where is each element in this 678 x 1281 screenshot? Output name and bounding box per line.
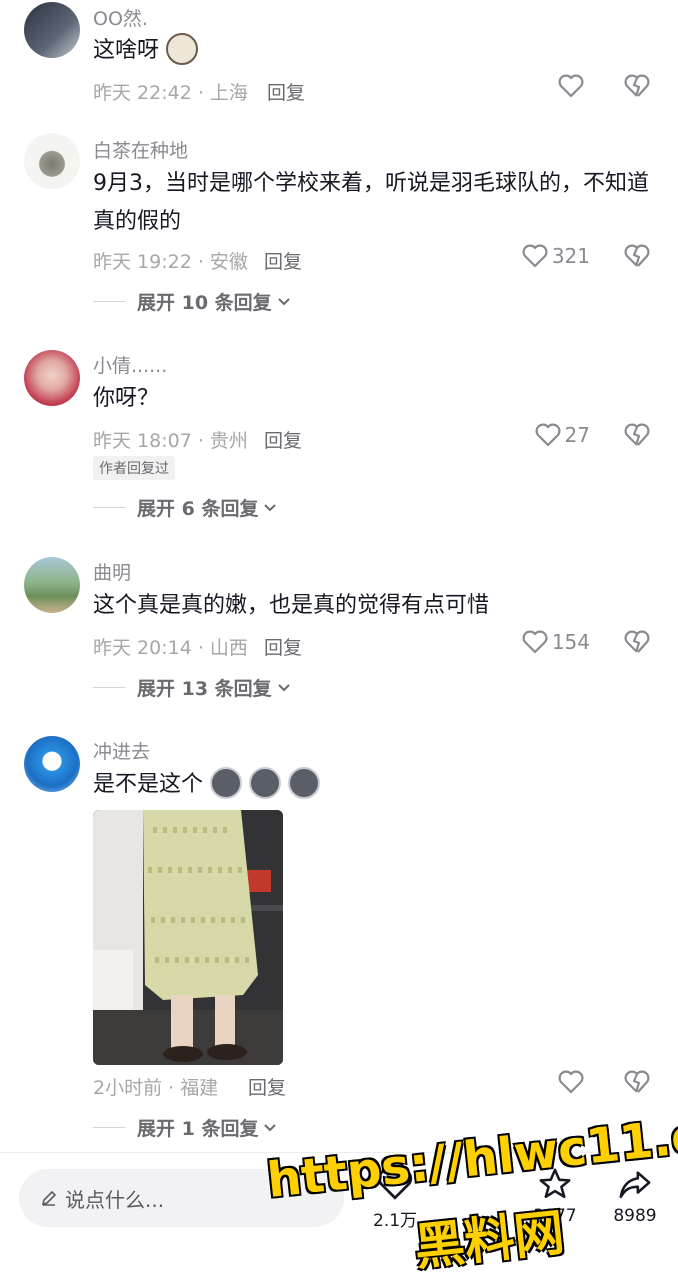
- comment-time-location: 2小时前 · 福建: [93, 1077, 219, 1099]
- comment-username[interactable]: 曲明: [93, 558, 131, 585]
- comment-text-content: 是不是这个: [93, 772, 204, 797]
- reply-button[interactable]: 回复: [264, 426, 302, 453]
- divider: [93, 687, 125, 688]
- photo-thumbnail: [93, 810, 283, 1065]
- avatar[interactable]: [24, 2, 80, 58]
- comment-text: 这啥呀: [93, 32, 653, 70]
- like-button[interactable]: [558, 74, 588, 98]
- expand-replies-label: 展开 6 条回复: [137, 498, 259, 520]
- like-count: 154: [551, 630, 590, 654]
- husky-emoji-icon: [210, 767, 243, 799]
- expand-replies-button[interactable]: 展开 6 条回复: [93, 494, 278, 521]
- broken-heart-icon: [624, 244, 650, 267]
- husky-emoji-icon: [288, 767, 321, 799]
- expand-replies-label: 展开 1 条回复: [137, 1118, 259, 1140]
- comment-input-placeholder: 说点什么...: [65, 1187, 165, 1212]
- comment-time-location: 昨天 19:22 · 安徽: [93, 251, 248, 273]
- avatar[interactable]: [24, 736, 80, 792]
- comment-time-location: 昨天 18:07 · 贵州: [93, 430, 248, 452]
- comment-image[interactable]: [93, 810, 283, 1065]
- like-count: 321: [551, 244, 590, 268]
- heart-outline-icon: [522, 244, 548, 268]
- dislike-button[interactable]: [624, 1070, 650, 1098]
- comment-text: 你呀？: [93, 386, 160, 411]
- dislike-button[interactable]: [624, 630, 650, 658]
- expand-replies-label: 展开 10 条回复: [137, 292, 272, 314]
- divider: [93, 1127, 125, 1128]
- like-button[interactable]: 321: [522, 244, 590, 268]
- heart-outline-icon: [522, 630, 548, 654]
- dislike-button[interactable]: [624, 423, 650, 451]
- chevron-down-icon: [264, 1123, 277, 1131]
- chevron-down-icon: [277, 683, 290, 691]
- heart-outline-icon: [535, 423, 561, 447]
- avatar[interactable]: [24, 557, 80, 613]
- comment-text: 是不是这个: [93, 766, 653, 804]
- share-count: 8989: [613, 1206, 657, 1226]
- broken-heart-icon: [624, 630, 650, 653]
- pencil-icon: [41, 1190, 57, 1206]
- expand-replies-label: 展开 13 条回复: [137, 678, 272, 700]
- author-replied-badge: 作者回复过: [93, 456, 175, 480]
- broken-heart-icon: [624, 74, 650, 97]
- chevron-down-icon: [264, 503, 277, 511]
- comment-text-content: 这啥呀: [93, 38, 160, 63]
- dislike-button[interactable]: [624, 74, 650, 102]
- reply-button[interactable]: 回复: [264, 633, 302, 660]
- dislike-button[interactable]: [624, 244, 650, 272]
- comment-text: 9月3，当时是哪个学校来着，听说是羽毛球队的，不知道真的假的: [93, 171, 649, 234]
- expand-replies-button[interactable]: 展开 13 条回复: [93, 674, 292, 701]
- share-button[interactable]: 8989: [600, 1167, 670, 1226]
- chevron-down-icon: [277, 297, 290, 305]
- comment-username[interactable]: 冲进去: [93, 737, 150, 764]
- broken-heart-icon: [624, 423, 650, 446]
- heart-outline-icon: [558, 1070, 584, 1094]
- divider: [93, 507, 125, 508]
- reply-button[interactable]: 回复: [248, 1073, 286, 1100]
- comment-username[interactable]: 小倩......: [93, 351, 167, 378]
- like-count: 27: [564, 423, 590, 447]
- like-button[interactable]: 154: [522, 630, 590, 654]
- avatar[interactable]: [24, 133, 80, 189]
- divider: [93, 301, 125, 302]
- like-button[interactable]: 27: [535, 423, 590, 447]
- heart-outline-icon: [558, 74, 584, 98]
- expand-replies-button[interactable]: 展开 1 条回复: [93, 1114, 278, 1141]
- comment-username[interactable]: OO然.: [93, 4, 148, 31]
- avatar[interactable]: [24, 350, 80, 406]
- comment-text: 这个真是真的嫩，也是真的觉得有点可惜: [93, 593, 490, 618]
- comment-username[interactable]: 白茶在种地: [93, 136, 188, 163]
- expand-replies-button[interactable]: 展开 10 条回复: [93, 288, 292, 315]
- like-button[interactable]: [558, 1070, 588, 1094]
- reply-button[interactable]: 回复: [267, 78, 305, 105]
- broken-heart-icon: [624, 1070, 650, 1093]
- husky-emoji-icon: [249, 767, 282, 799]
- dog-face-emoji-icon: [166, 33, 199, 65]
- comment-time-location: 昨天 20:14 · 山西: [93, 637, 248, 659]
- reply-button[interactable]: 回复: [264, 247, 302, 274]
- share-arrow-icon: [619, 1171, 651, 1199]
- comment-time-location: 昨天 22:42 · 上海: [93, 82, 248, 104]
